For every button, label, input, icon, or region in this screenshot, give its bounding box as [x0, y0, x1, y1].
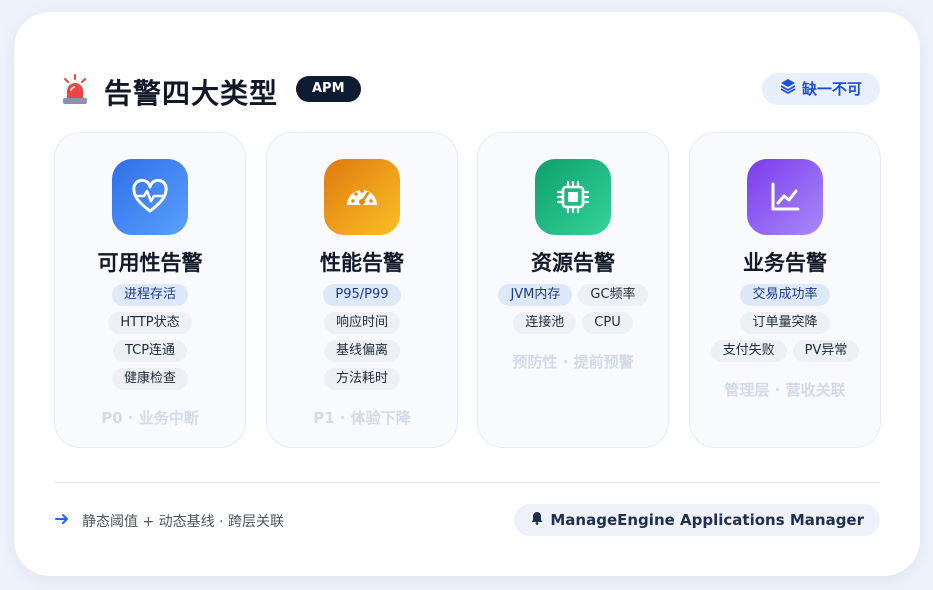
tag-list: 进程存活 HTTP状态 TCP连通 健康检查 [61, 284, 239, 390]
tag: 订单量突降 [740, 312, 830, 334]
column-business: 业务告警 交易成功率 订单量突降 支付失败 PV异常 管理层 · 营收关联 [689, 132, 881, 448]
layers-icon [780, 73, 796, 105]
tag: CPU [582, 312, 633, 334]
tag: TCP连通 [112, 340, 188, 362]
apm-badge: APM [296, 76, 361, 102]
column-footer: 预防性 · 提前预警 [512, 353, 634, 371]
tag: 方法耗时 [323, 368, 400, 390]
tag: 交易成功率 [740, 284, 830, 306]
tag-list: 交易成功率 订单量突降 支付失败 PV异常 [696, 284, 874, 362]
tag: P95/P99 [323, 284, 401, 306]
gauge-icon [324, 159, 400, 235]
product-badge: ManageEngine Applications Manager [514, 504, 880, 536]
tag: PV异常 [792, 340, 860, 362]
header: 告警四大类型 APM 缺一不可 [60, 70, 880, 112]
bell-icon [530, 504, 544, 536]
column-title: 性能告警 [320, 251, 404, 275]
column-availability: 可用性告警 进程存活 HTTP状态 TCP连通 健康检查 P0 · 业务中断 [54, 132, 246, 448]
column-footer: 管理层 · 营收关联 [724, 381, 846, 399]
heart-pulse-icon [112, 159, 188, 235]
essential-badge-label: 缺一不可 [801, 80, 862, 98]
tag: JVM内存 [498, 284, 573, 306]
tag-list: P95/P99 响应时间 基线偏离 方法耗时 [273, 284, 451, 390]
cpu-chip-icon [535, 159, 611, 235]
footer-summary: 静态阈值 + 动态基线 · 跨层关联 [54, 510, 284, 532]
essential-badge: 缺一不可 [761, 73, 880, 105]
tag: 基线偏离 [323, 340, 400, 362]
tag: GC频率 [578, 284, 648, 306]
tag: 支付失败 [710, 340, 787, 362]
column-footer: P0 · 业务中断 [101, 409, 199, 427]
arrow-right-icon [54, 511, 70, 531]
tag-list: JVM内存 GC频率 连接池 CPU [484, 284, 662, 334]
alert-types-card: 告警四大类型 APM 缺一不可 可用性告警 进程存活 HTTP状态 TCP连通 … [14, 12, 920, 576]
divider [54, 482, 880, 483]
footer-summary-text: 静态阈值 + 动态基线 · 跨层关联 [82, 514, 284, 530]
siren-icon [60, 74, 90, 106]
tag: 健康检查 [111, 368, 188, 390]
alert-type-columns: 可用性告警 进程存活 HTTP状态 TCP连通 健康检查 P0 · 业务中断 性… [54, 132, 881, 448]
tag: 进程存活 [111, 284, 188, 306]
column-performance: 性能告警 P95/P99 响应时间 基线偏离 方法耗时 P1 · 体验下降 [266, 132, 458, 448]
column-resource: 资源告警 JVM内存 GC频率 连接池 CPU 预防性 · 提前预警 [477, 132, 669, 448]
tag: HTTP状态 [108, 312, 192, 334]
tag: 连接池 [513, 312, 577, 334]
line-chart-icon [747, 159, 823, 235]
page-title: 告警四大类型 [104, 77, 279, 110]
product-name: ManageEngine Applications Manager [550, 511, 864, 529]
column-title: 可用性告警 [97, 251, 203, 275]
column-title: 业务告警 [743, 251, 827, 275]
column-title: 资源告警 [531, 251, 615, 275]
column-footer: P1 · 体验下降 [313, 409, 411, 427]
tag: 响应时间 [323, 312, 400, 334]
